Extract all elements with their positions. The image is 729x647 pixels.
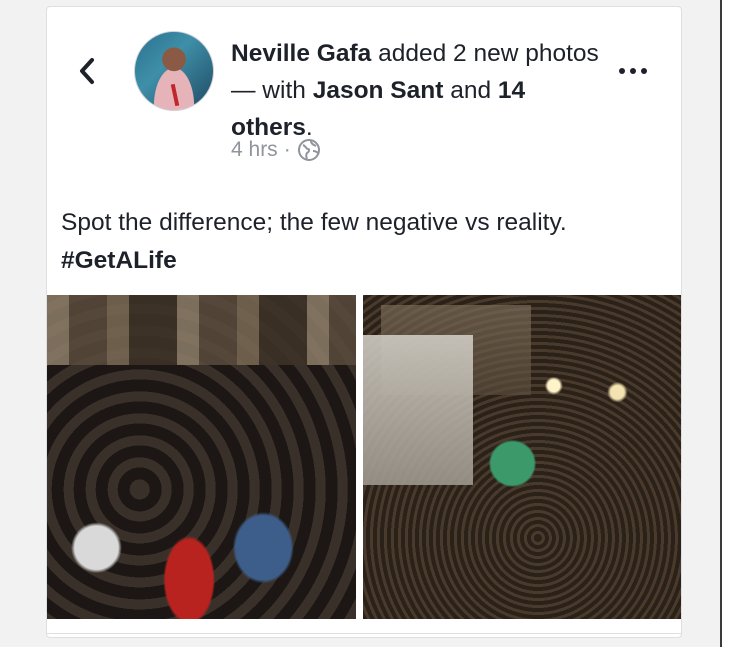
- tagged-user-link[interactable]: Jason Sant: [313, 77, 444, 104]
- meta-separator: ·: [283, 138, 291, 161]
- hashtag-link[interactable]: #GetALife: [61, 247, 177, 274]
- post-card: Neville Gafa added 2 new photos — with J…: [46, 6, 682, 638]
- author-avatar[interactable]: [134, 31, 214, 111]
- header-period: .: [305, 114, 313, 141]
- post-photo-2[interactable]: [363, 295, 681, 619]
- post-text: Spot the difference; the few negative vs…: [61, 209, 567, 236]
- post-body: Spot the difference; the few negative vs…: [61, 204, 661, 280]
- more-options-button[interactable]: [613, 61, 653, 81]
- window-edge: [720, 0, 729, 647]
- post-meta: 4 hrs ·: [231, 138, 321, 162]
- avatar-lanyard: [170, 83, 180, 107]
- post-photo-1[interactable]: [47, 295, 356, 619]
- photo-2-building: [363, 335, 473, 485]
- photo-1-background: [47, 295, 356, 365]
- author-name-link[interactable]: Neville Gafa: [231, 40, 371, 67]
- card-divider: [47, 633, 681, 634]
- post-header: Neville Gafa added 2 new photos — with J…: [231, 35, 601, 146]
- globe-icon[interactable]: [297, 138, 321, 162]
- chevron-left-icon: [80, 58, 94, 84]
- more-dot-2: [630, 68, 636, 74]
- back-button[interactable]: [67, 51, 107, 91]
- header-and-text: and: [443, 77, 498, 104]
- more-dot-3: [641, 68, 647, 74]
- post-timestamp[interactable]: 4 hrs: [231, 138, 278, 162]
- more-dot-1: [619, 68, 625, 74]
